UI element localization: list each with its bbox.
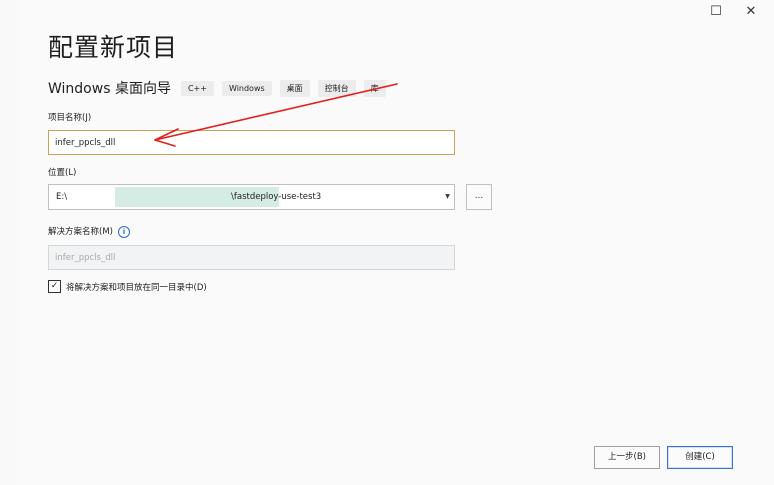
location-path-suffix: \fastdeploy-use-test3 [231, 192, 322, 202]
tag-windows: Windows [221, 80, 272, 96]
same-dir-label[interactable]: 将解决方案和项目放在同一目录中(D) [66, 281, 207, 293]
close-icon: ✕ [745, 4, 757, 19]
browse-button[interactable]: ... [466, 184, 492, 210]
page-title: 配置新项目 [48, 33, 179, 62]
tag-library: 库 [363, 79, 386, 97]
location-combobox[interactable]: E:\ \fastdeploy-use-test3 ▼ [48, 184, 455, 210]
same-dir-checkbox[interactable]: ✓ [48, 280, 61, 293]
location-path-prefix: E:\ [56, 192, 68, 202]
tag-cpp: C++ [180, 80, 214, 96]
template-name: Windows 桌面向导 [48, 81, 171, 97]
create-button[interactable]: 创建(C) [667, 446, 733, 469]
maximize-icon: ☐ [710, 4, 722, 19]
tag-console: 控制台 [317, 79, 356, 97]
project-name-label: 项目名称(J) [48, 113, 92, 123]
close-button[interactable]: ✕ [741, 3, 761, 21]
solution-name-input [48, 245, 455, 270]
maximize-button[interactable]: ☐ [706, 3, 726, 21]
same-dir-option[interactable]: ✓ 将解决方案和项目放在同一目录中(D) [48, 280, 207, 293]
location-label: 位置(L) [48, 168, 77, 178]
solution-name-label: 解决方案名称(M) [48, 227, 113, 237]
tag-desktop: 桌面 [279, 79, 310, 97]
info-icon[interactable]: i [117, 225, 130, 238]
back-button[interactable]: 上一步(B) [594, 446, 660, 469]
template-header: Windows 桌面向导 C++ Windows 桌面 控制台 库 [48, 78, 394, 98]
solution-name-label-row: 解决方案名称(M) i [48, 225, 130, 238]
project-name-input[interactable] [48, 130, 455, 155]
content-panel [14, 0, 774, 485]
chevron-down-icon[interactable]: ▼ [441, 185, 454, 209]
